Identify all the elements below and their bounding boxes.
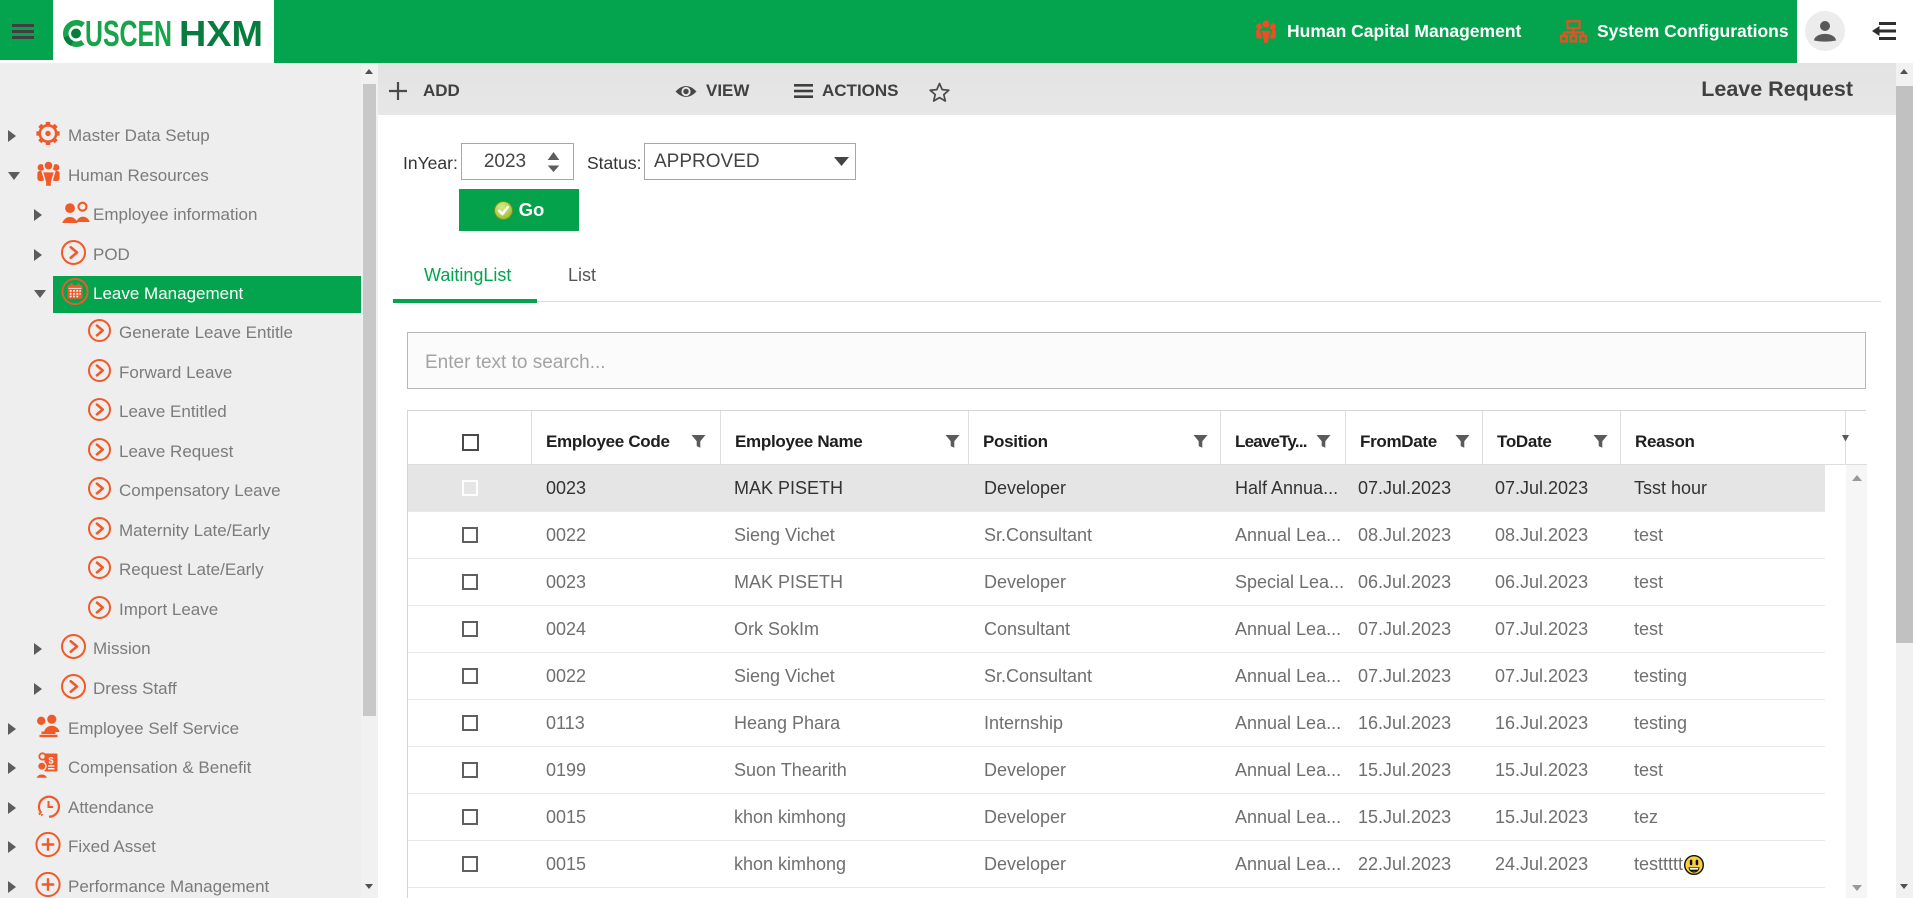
svg-text:USCEN: USCEN (85, 13, 172, 54)
svg-text:$: $ (48, 756, 54, 767)
svg-text:HXM: HXM (179, 13, 263, 54)
